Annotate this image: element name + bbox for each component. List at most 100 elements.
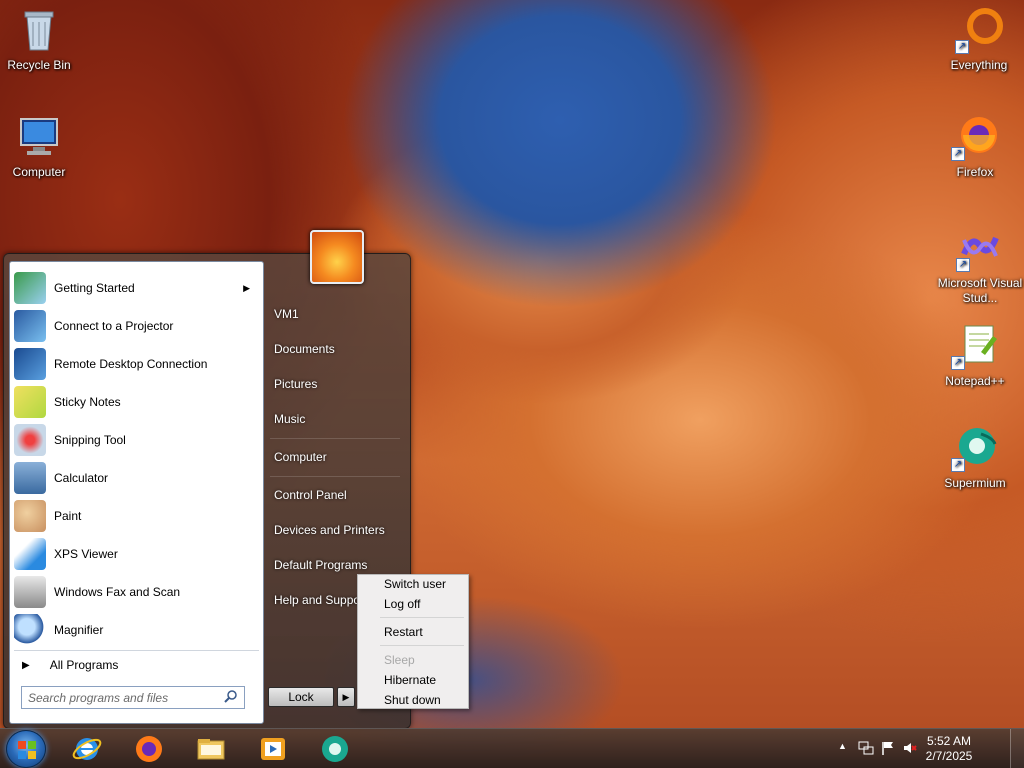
- program-connect-to-projector[interactable]: Connect to a Projector: [14, 308, 260, 344]
- clock-time: 5:52 AM: [926, 734, 972, 748]
- show-desktop-button[interactable]: [1010, 729, 1024, 768]
- system-tray: ▲ 5:52 AM 2/7/2025: [834, 729, 1024, 768]
- power-options-menu: Switch user Log off Restart Sleep Hibern…: [357, 574, 469, 709]
- start-button[interactable]: [6, 730, 46, 768]
- lock-button[interactable]: Lock: [268, 687, 334, 707]
- paint-icon: [14, 500, 46, 532]
- separator: [270, 438, 400, 439]
- desktop-icon-visual-studio[interactable]: ↗ Microsoft Visual Stud...: [937, 224, 1023, 306]
- desktop-icon-firefox[interactable]: ↗ Firefox: [937, 113, 1013, 180]
- desktop-icon-label: Everything: [950, 58, 1008, 72]
- taskbar: ▲ 5:52 AM 2/7/2025: [0, 728, 1024, 768]
- shortcut-arrow-icon: ↗: [951, 458, 965, 472]
- menu-item-help-support[interactable]: Help and Support: [274, 593, 367, 607]
- desktop-icon-supermium[interactable]: ↗ Supermium: [937, 424, 1013, 491]
- everything-icon: ↗: [955, 6, 1003, 54]
- supermium-icon: [322, 736, 348, 762]
- shortcut-arrow-icon: ↗: [956, 258, 970, 272]
- program-magnifier[interactable]: Magnifier: [14, 612, 260, 648]
- projector-icon: [14, 310, 46, 342]
- menu-item-computer[interactable]: Computer: [274, 450, 327, 464]
- power-hibernate[interactable]: Hibernate: [384, 673, 436, 687]
- file-explorer-icon: [197, 739, 225, 760]
- calculator-icon: [14, 462, 46, 494]
- all-programs-button[interactable]: ▶ All Programs: [22, 658, 118, 672]
- program-remote-desktop[interactable]: Remote Desktop Connection: [14, 346, 260, 382]
- program-label: Calculator: [54, 471, 109, 485]
- separator: [270, 476, 400, 477]
- notepad-plus-plus-icon: ↗: [951, 322, 999, 370]
- start-menu: Getting Started ▶ Connect to a Projector…: [3, 230, 411, 729]
- program-xps-viewer[interactable]: XPS Viewer: [14, 536, 260, 572]
- visual-studio-icon: ↗: [956, 224, 1004, 272]
- program-getting-started[interactable]: Getting Started ▶: [14, 270, 260, 306]
- submenu-arrow-icon: ▶: [243, 282, 250, 293]
- internet-explorer-icon: [72, 738, 102, 760]
- sticky-notes-icon: [14, 386, 46, 418]
- power-restart[interactable]: Restart: [384, 625, 423, 639]
- xps-viewer-icon: [14, 538, 46, 570]
- search-box[interactable]: [21, 686, 245, 709]
- all-programs-label: All Programs: [49, 658, 119, 672]
- separator: [380, 617, 464, 618]
- program-label: Connect to a Projector: [54, 319, 174, 333]
- taskbar-firefox[interactable]: [129, 731, 169, 767]
- taskbar-supermium[interactable]: [315, 731, 355, 767]
- program-label: Remote Desktop Connection: [54, 357, 208, 371]
- desktop-icon-recycle-bin[interactable]: Recycle Bin: [1, 6, 77, 73]
- program-label: Windows Fax and Scan: [54, 585, 181, 599]
- menu-item-documents[interactable]: Documents: [274, 342, 335, 356]
- program-sticky-notes[interactable]: Sticky Notes: [14, 384, 260, 420]
- program-snipping-tool[interactable]: Snipping Tool: [14, 422, 260, 458]
- power-shut-down[interactable]: Shut down: [384, 693, 441, 707]
- menu-item-devices-printers[interactable]: Devices and Printers: [274, 523, 385, 537]
- recycle-bin-icon: [15, 6, 63, 54]
- menu-item-default-programs[interactable]: Default Programs: [274, 558, 367, 572]
- search-input[interactable]: [28, 690, 224, 705]
- menu-item-pictures[interactable]: Pictures: [274, 377, 317, 391]
- program-label: Sticky Notes: [54, 395, 121, 409]
- magnifier-icon: [14, 614, 46, 646]
- separator: [14, 650, 259, 651]
- fax-scan-icon: [14, 576, 46, 608]
- program-paint[interactable]: Paint: [14, 498, 260, 534]
- program-label: Paint: [54, 509, 82, 523]
- shortcut-arrow-icon: ↗: [955, 40, 969, 54]
- program-label: Getting Started: [54, 281, 135, 295]
- power-options-arrow-button[interactable]: ▶: [337, 687, 355, 707]
- action-center-flag-icon[interactable]: [880, 740, 896, 759]
- show-hidden-icons-button[interactable]: ▲: [838, 741, 847, 751]
- remote-desktop-icon: [14, 348, 46, 380]
- menu-item-music[interactable]: Music: [274, 412, 305, 426]
- taskbar-clock[interactable]: 5:52 AM 2/7/2025: [914, 734, 984, 764]
- program-label: Magnifier: [54, 623, 104, 637]
- snipping-tool-icon: [14, 424, 46, 456]
- supermium-icon: ↗: [951, 424, 999, 472]
- shortcut-arrow-icon: ↗: [951, 147, 965, 161]
- search-icon: [224, 689, 238, 706]
- power-switch-user[interactable]: Switch user: [384, 577, 446, 591]
- program-calculator[interactable]: Calculator: [14, 460, 260, 496]
- program-fax-and-scan[interactable]: Windows Fax and Scan: [14, 574, 260, 610]
- taskbar-internet-explorer[interactable]: [67, 731, 107, 767]
- network-icon[interactable]: [858, 740, 874, 759]
- program-label: XPS Viewer: [54, 547, 118, 561]
- windows-logo-icon: [18, 741, 36, 759]
- user-avatar[interactable]: [310, 230, 364, 284]
- power-log-off[interactable]: Log off: [384, 597, 420, 611]
- taskbar-media-player[interactable]: [253, 731, 293, 767]
- menu-item-control-panel[interactable]: Control Panel: [274, 488, 347, 502]
- clock-date: 2/7/2025: [925, 749, 973, 763]
- desktop-icon-notepad-plus-plus[interactable]: ↗ Notepad++: [937, 322, 1013, 389]
- desktop-icon-computer[interactable]: Computer: [1, 113, 77, 180]
- menu-item-user[interactable]: VM1: [274, 307, 299, 321]
- firefox-icon: [136, 736, 162, 762]
- firefox-icon: ↗: [951, 113, 999, 161]
- desktop-icon-label: Computer: [12, 165, 66, 179]
- triangle-right-icon: ▶: [22, 659, 30, 671]
- desktop-icon-label: Recycle Bin: [7, 58, 71, 72]
- desktop-icon-everything[interactable]: ↗ Everything: [941, 6, 1017, 73]
- getting-started-icon: [14, 272, 46, 304]
- computer-icon: [15, 113, 63, 161]
- taskbar-file-explorer[interactable]: [191, 731, 231, 767]
